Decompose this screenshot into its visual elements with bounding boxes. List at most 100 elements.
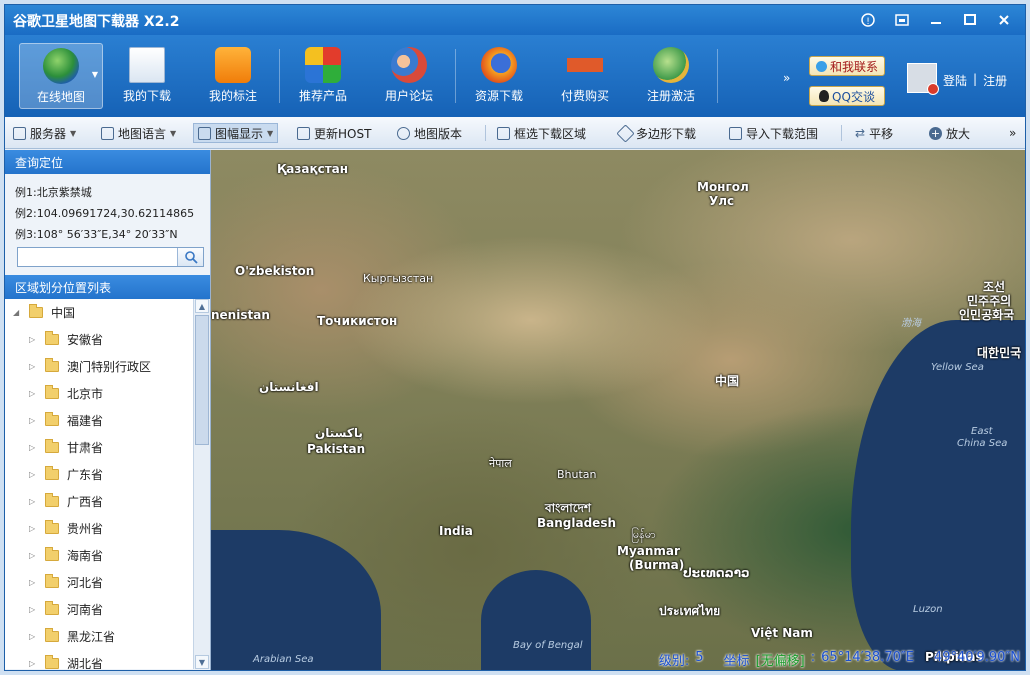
tree-item[interactable]: ▷北京市: [29, 380, 103, 407]
cart-icon: [567, 47, 603, 83]
expand-icon[interactable]: ▷: [29, 605, 37, 614]
tree-item[interactable]: ▷ 甘肃省: [29, 434, 103, 461]
ribbon-overflow-icon[interactable]: »: [783, 71, 790, 85]
ribbon-forum-button[interactable]: 用户论坛: [367, 43, 451, 109]
ribbon-register-button[interactable]: 注册激活: [629, 43, 713, 109]
tree-item[interactable]: ▷河南省: [29, 596, 103, 623]
tree-label: 福建省: [67, 412, 103, 429]
water-label: Bay of Bengal: [513, 640, 583, 651]
pan-button[interactable]: ⇄ 平移: [851, 123, 897, 143]
toolbar-label: 地图语言: [118, 125, 166, 142]
tree-item[interactable]: ▷ 黑龙江省: [29, 623, 115, 650]
tree-label: 甘肃省: [67, 439, 103, 456]
qq-penguin-icon: [819, 90, 829, 102]
key-globe-icon: [653, 47, 689, 83]
map-language-dropdown[interactable]: 地图语言 ▼: [97, 123, 180, 143]
tree-item[interactable]: ▷ 湖北省: [29, 650, 103, 669]
qq-chat-label: QQ交谈: [832, 88, 875, 105]
expand-icon[interactable]: ▷: [29, 470, 37, 479]
ribbon-my-markers-button[interactable]: 我的标注: [191, 43, 275, 109]
update-host-button[interactable]: 更新HOST: [293, 123, 375, 143]
toolbar-label: 框选下载区域: [514, 125, 586, 142]
scroll-down-icon[interactable]: ▼: [195, 655, 209, 669]
map-label: 中国: [715, 372, 739, 389]
tree-item[interactable]: ▷广东省: [29, 461, 103, 488]
scroll-up-icon[interactable]: ▲: [195, 299, 209, 313]
search-button[interactable]: [177, 248, 203, 266]
expand-icon[interactable]: ▷: [29, 578, 37, 587]
expand-icon[interactable]: ▷: [29, 524, 37, 533]
import-icon: [729, 127, 742, 140]
restore-small-icon[interactable]: [887, 9, 917, 31]
qq-chat-button[interactable]: QQ交谈: [809, 86, 885, 106]
tree-label: 黑龙江省: [67, 628, 115, 645]
toolbar-more-button[interactable]: »: [1005, 123, 1020, 143]
toolbar-label: 导入下载范围: [746, 125, 818, 142]
map-version-button[interactable]: 地图版本: [393, 123, 466, 143]
bay-of-bengal: [481, 570, 591, 671]
tree-item[interactable]: ▷河北省: [29, 569, 103, 596]
expand-icon[interactable]: ▷: [29, 362, 37, 371]
map-label: Myanmar: [617, 544, 680, 558]
folder-icon: [45, 415, 59, 426]
expand-icon[interactable]: ▷: [29, 416, 37, 425]
expand-icon[interactable]: ▷: [29, 389, 37, 398]
example-line: 例2:104.09691724,30.62114865: [15, 203, 200, 224]
no-offset-label: [无偏移]: [756, 650, 805, 669]
arabian-sea: [211, 530, 381, 671]
zoom-in-icon: +: [929, 127, 942, 140]
tree-item[interactable]: ▷澳门特别行政区: [29, 353, 151, 380]
expand-icon[interactable]: ▷: [29, 443, 37, 452]
expand-icon[interactable]: ▷: [29, 551, 37, 560]
tree-label: 湖北省: [67, 655, 103, 669]
expand-icon[interactable]: ▷: [29, 632, 37, 641]
expand-icon[interactable]: ◢: [13, 308, 21, 317]
map-label: Bangladesh: [537, 516, 616, 530]
vertical-scrollbar[interactable]: ▲ ▼: [193, 299, 210, 669]
tree-item[interactable]: ▷ 广西省: [29, 488, 103, 515]
tree-label: 广西省: [67, 493, 103, 510]
map-view[interactable]: Қазақстан Монгол Улс O'zbekiston Кыргызс…: [211, 150, 1026, 671]
box-select-download-button[interactable]: 框选下载区域: [493, 123, 590, 143]
register-link[interactable]: 注册: [983, 72, 1007, 89]
tree-root[interactable]: ◢ 中国: [13, 299, 75, 326]
tree-item[interactable]: ▷海南省: [29, 542, 103, 569]
tile-display-dropdown[interactable]: 图幅显示 ▼: [193, 123, 278, 143]
login-link[interactable]: 登陆: [943, 72, 967, 89]
ribbon-purchase-button[interactable]: 付费购买: [543, 43, 627, 109]
map-label: ประเทศไทย: [659, 602, 720, 621]
contact-us-button[interactable]: 和我联系: [809, 56, 885, 76]
ribbon-separator: [279, 49, 280, 103]
expand-icon[interactable]: ▷: [29, 497, 37, 506]
ribbon-recommended-button[interactable]: 推荐产品: [281, 43, 365, 109]
tree-item[interactable]: ▷贵州省: [29, 515, 103, 542]
expand-icon[interactable]: ▷: [29, 335, 37, 344]
polygon-download-button[interactable]: 多边形下载: [615, 123, 700, 143]
help-icon[interactable]: !: [853, 9, 883, 31]
import-range-button[interactable]: 导入下载范围: [725, 123, 822, 143]
ribbon-resources-button[interactable]: 资源下载: [457, 43, 541, 109]
close-icon[interactable]: [989, 9, 1019, 31]
zoom-in-button[interactable]: + 放大: [925, 123, 974, 143]
map-label: ປະເທດລາວ: [683, 566, 750, 580]
maximize-icon[interactable]: [955, 9, 985, 31]
folder-icon: [45, 523, 59, 534]
minimize-icon[interactable]: [921, 9, 951, 31]
box-select-icon: [497, 127, 510, 140]
avatar[interactable]: [907, 63, 937, 93]
scroll-thumb[interactable]: [195, 315, 209, 445]
ribbon-online-map-button[interactable]: 在线地图 ▼: [19, 43, 103, 109]
map-label: Pakistan: [307, 442, 365, 456]
search-input[interactable]: [18, 248, 168, 266]
tree-item[interactable]: ▷安徽省: [29, 326, 103, 353]
expand-icon[interactable]: ▷: [29, 659, 37, 668]
locate-header: 查询定位: [5, 150, 210, 174]
chevron-down-icon[interactable]: ▼: [92, 70, 98, 79]
ribbon-label: 付费购买: [543, 87, 627, 104]
server-dropdown[interactable]: 服务器 ▼: [9, 123, 80, 143]
folder-icon: [45, 388, 59, 399]
ribbon-my-downloads-button[interactable]: 我的下载: [105, 43, 189, 109]
ribbon-separator: [455, 49, 456, 103]
tree-item[interactable]: ▷ 福建省: [29, 407, 103, 434]
toolbar-label: 服务器: [30, 125, 66, 142]
